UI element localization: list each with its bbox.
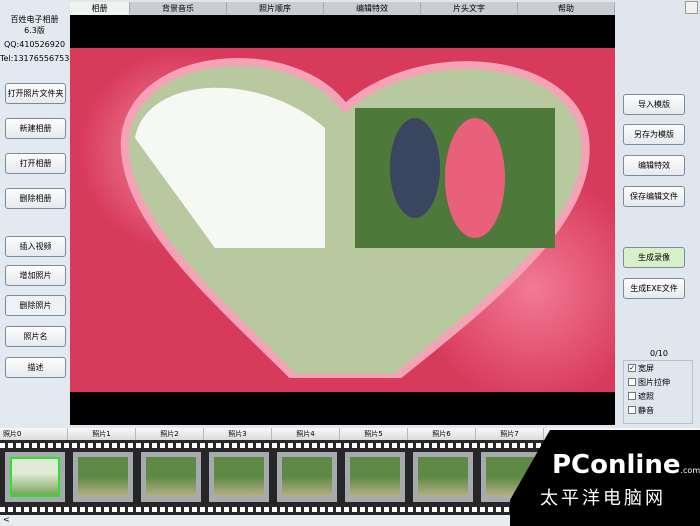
option-label: 静音 bbox=[638, 405, 654, 415]
checkbox-icon[interactable] bbox=[628, 378, 636, 386]
film-thumbnail[interactable] bbox=[5, 452, 65, 502]
app-version: 6.3版 bbox=[24, 26, 45, 35]
open-photo-folder-button[interactable]: 打开照片文件夹 bbox=[5, 83, 66, 104]
delete-photo-button[interactable]: 删除照片 bbox=[5, 295, 66, 316]
film-header: 照片7 bbox=[476, 428, 544, 440]
checkbox-checked-icon[interactable]: ✓ bbox=[628, 364, 636, 372]
film-header: 照片3 bbox=[204, 428, 272, 440]
film-header: 照片5 bbox=[340, 428, 408, 440]
right-panel: 导入模版 另存为模版 编辑特效 保存编辑文件 生成录像 生成EXE文件 0/10… bbox=[615, 0, 700, 428]
app-qq: QQ:410526920 bbox=[3, 40, 66, 49]
option-label: 图片拉伸 bbox=[638, 377, 670, 387]
description-button[interactable]: 描述 bbox=[5, 357, 66, 378]
app-info: 百姓电子相册 6.3版 QQ:410526920 Tel:13176556753 bbox=[0, 0, 69, 64]
film-thumbnail[interactable] bbox=[73, 452, 133, 502]
film-header: 照片1 bbox=[68, 428, 136, 440]
film-header: 照片4 bbox=[272, 428, 340, 440]
photo-name-button[interactable]: 照片名 bbox=[5, 326, 66, 347]
watermark-cn: 太平洋电脑网 bbox=[540, 488, 666, 509]
watermark-domain: .com.cn bbox=[680, 466, 700, 475]
tab-help[interactable]: 帮助 bbox=[518, 2, 615, 15]
tab-photo-order[interactable]: 照片顺序 bbox=[227, 2, 324, 15]
scroll-left-arrow-icon[interactable]: < bbox=[3, 515, 10, 524]
checkbox-icon[interactable] bbox=[628, 406, 636, 414]
tab-bar: 相册 背景音乐 照片顺序 编辑特效 片头文字 帮助 bbox=[70, 2, 615, 15]
watermark-brand: PConline bbox=[552, 450, 681, 480]
option-mask[interactable]: 遮照 bbox=[624, 389, 692, 403]
insert-video-button[interactable]: 插入视频 bbox=[5, 236, 66, 257]
heart-frame bbox=[120, 58, 590, 378]
film-thumbnail[interactable] bbox=[209, 452, 269, 502]
edit-effects-button[interactable]: 编辑特效 bbox=[623, 155, 685, 176]
generate-exe-button[interactable]: 生成EXE文件 bbox=[623, 278, 685, 299]
tab-album[interactable]: 相册 bbox=[70, 2, 130, 15]
option-widescreen[interactable]: ✓ 宽屏 bbox=[624, 361, 692, 375]
app-name: 百姓电子相册 bbox=[10, 15, 59, 24]
preview-stage bbox=[70, 15, 615, 425]
photo-counter: 0/10 bbox=[650, 349, 668, 358]
option-label: 宽屏 bbox=[638, 363, 654, 373]
app-tel: Tel:13176556753 bbox=[0, 54, 70, 63]
save-as-template-button[interactable]: 另存为模版 bbox=[623, 124, 685, 145]
checkbox-icon[interactable] bbox=[628, 392, 636, 400]
delete-album-button[interactable]: 删除相册 bbox=[5, 188, 66, 209]
add-photo-button[interactable]: 增加照片 bbox=[5, 265, 66, 286]
option-stretch[interactable]: 图片拉伸 bbox=[624, 375, 692, 389]
tab-title-text[interactable]: 片头文字 bbox=[421, 2, 518, 15]
film-thumbnail[interactable] bbox=[277, 452, 337, 502]
left-panel: 百姓电子相册 6.3版 QQ:410526920 Tel:13176556753… bbox=[0, 0, 69, 428]
film-header: 照片0 bbox=[0, 428, 68, 440]
tab-music[interactable]: 背景音乐 bbox=[130, 2, 227, 15]
import-template-button[interactable]: 导入模版 bbox=[623, 94, 685, 115]
new-album-button[interactable]: 新建相册 bbox=[5, 118, 66, 139]
option-mute[interactable]: 静音 bbox=[624, 403, 692, 417]
corner-button[interactable] bbox=[685, 1, 698, 14]
film-header: 照片2 bbox=[136, 428, 204, 440]
option-label: 遮照 bbox=[638, 391, 654, 401]
film-header: 照片6 bbox=[408, 428, 476, 440]
film-thumbnail[interactable] bbox=[345, 452, 405, 502]
save-edit-file-button[interactable]: 保存编辑文件 bbox=[623, 186, 685, 207]
open-album-button[interactable]: 打开相册 bbox=[5, 153, 66, 174]
film-thumbnail[interactable] bbox=[141, 452, 201, 502]
preview-photo bbox=[70, 48, 615, 392]
film-thumbnail[interactable] bbox=[413, 452, 473, 502]
tab-effects[interactable]: 编辑特效 bbox=[324, 2, 421, 15]
options-group: ✓ 宽屏 图片拉伸 遮照 静音 bbox=[623, 360, 693, 424]
generate-video-button[interactable]: 生成录像 bbox=[623, 247, 685, 268]
